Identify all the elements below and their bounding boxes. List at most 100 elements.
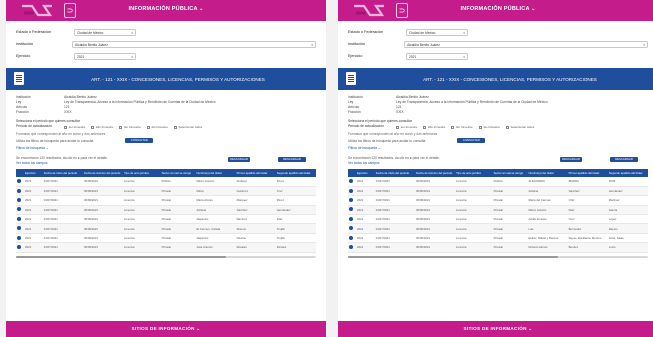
detail-dot-icon[interactable]: [17, 235, 21, 240]
table-cell: Cruz: [567, 214, 608, 225]
period-checkbox[interactable]: Seleccionar todos: [505, 125, 534, 129]
table-row[interactable]: 2021 01/07/2021 30/09/2021 Licencia Privado M…: [16, 186, 316, 197]
chevron-down-icon: ▾: [463, 54, 465, 59]
table-cell: Cruz: [275, 186, 316, 197]
filter-select[interactable]: Ciudad de México ▾: [74, 28, 136, 36]
all-fields-link[interactable]: Ver todos los campos: [348, 161, 648, 166]
period-checkbox[interactable]: Seleccionar todos: [173, 125, 202, 129]
detail-dot-icon[interactable]: [17, 207, 21, 212]
all-fields-link[interactable]: Ver todos los campos: [16, 161, 316, 166]
table-cell: Alejandro: [195, 233, 236, 244]
column-header[interactable]: Sector al cual se otorgó: [493, 169, 528, 177]
top-bar: ⊃ INFORMACIÓN PÚBLICA ⌄: [338, 0, 653, 21]
table-row[interactable]: 2021 01/07/2021 30/09/2021 Licencia Privado M…: [16, 195, 316, 206]
scrollbar-thumb[interactable]: [348, 255, 558, 258]
detail-dot-icon[interactable]: [349, 216, 353, 221]
period-checkbox[interactable]: 1er trimestre: [396, 125, 417, 129]
footer-sites-menu[interactable]: SITIOS DE INFORMACIÓN ⌄: [338, 321, 653, 337]
detail-dot-icon[interactable]: [17, 178, 21, 183]
consult-button[interactable]: CONSULTAR: [457, 138, 486, 143]
detail-dot-icon[interactable]: [17, 244, 21, 249]
period-checkbox[interactable]: 2do trimestre: [91, 125, 113, 129]
filter-select[interactable]: 2021 ▾: [406, 52, 468, 60]
download-button[interactable]: DESCARGAR: [560, 157, 582, 162]
search-filters-toggle[interactable]: Filtros de búsqueda ⌄: [338, 144, 653, 153]
filter-label: Ejercicio: [16, 54, 31, 58]
nav-title-menu[interactable]: INFORMACIÓN PÚBLICA ⌄: [338, 6, 653, 12]
detail-dot-icon[interactable]: [349, 178, 353, 183]
column-header[interactable]: Fecha de inicio del periodo: [375, 169, 415, 177]
table-cell: García: [607, 205, 648, 216]
info-row: Fracción XXIX: [348, 110, 648, 115]
detail-dot-icon[interactable]: [349, 188, 353, 193]
detail-dot-icon[interactable]: [17, 197, 21, 202]
detail-dot-icon[interactable]: [349, 244, 353, 249]
download-all-button[interactable]: DESCARGAR: [278, 157, 306, 162]
period-checkbox[interactable]: 4to trimestre: [478, 125, 500, 129]
table-row[interactable]: 2021 01/07/2021 30/09/2021 Licencia Privado A…: [348, 186, 648, 197]
filter-row: Ejercicio 2021 ▾: [348, 51, 648, 61]
column-header[interactable]: Segundo apellido del titular: [276, 169, 316, 177]
article-header-band: ART. - 121 - XXIX - CONCESIONES, LICENCI…: [338, 68, 653, 90]
table-row[interactable]: 2021 01/07/2021 30/09/2021 Licencia Privado L…: [348, 223, 648, 234]
column-header[interactable]: Sector al cual se otorgó: [161, 169, 196, 177]
download-all-button[interactable]: DESCARGAR: [610, 157, 638, 162]
period-checkbox[interactable]: 2do trimestre: [423, 125, 445, 129]
filter-select[interactable]: Alcaldía Benito Juárez ▾: [404, 40, 648, 48]
horizontal-scrollbar[interactable]: [16, 255, 316, 258]
footer-sites-menu[interactable]: SITIOS DE INFORMACIÓN ⌄: [6, 321, 326, 337]
period-checkbox[interactable]: 1er trimestre: [64, 125, 85, 129]
horizontal-scrollbar[interactable]: [348, 255, 648, 258]
table-row[interactable]: 2021 01/07/2021 30/09/2021 Licencia Privado E…: [348, 233, 648, 244]
table-cell: 01/07/2021: [374, 233, 415, 244]
table-row[interactable]: 2021 01/07/2021 30/09/2021 Licencia Privado J…: [16, 242, 316, 253]
column-header[interactable]: Primer apellido del titular: [236, 169, 276, 177]
table-row[interactable]: 2021 01/07/2021 30/09/2021 Licencia Privado M…: [348, 205, 648, 216]
table-cell: [16, 195, 25, 206]
table-row[interactable]: 2021 01/07/2021 30/09/2021 Licencia Público A…: [348, 177, 648, 187]
column-header[interactable]: Ejercicio: [356, 169, 375, 177]
column-header[interactable]: Tipo de acto jurídico: [455, 169, 493, 177]
detail-dot-icon[interactable]: [349, 197, 353, 202]
nav-title-menu[interactable]: INFORMACIÓN PÚBLICA ⌄: [6, 6, 326, 12]
search-filters-toggle[interactable]: Filtros de búsqueda ⌄: [6, 144, 326, 153]
detail-dot-icon[interactable]: [17, 226, 21, 231]
period-checkbox[interactable]: 3er trimestre: [451, 125, 473, 129]
table-row[interactable]: 2021 01/07/2021 30/09/2021 Licencia Privado A…: [16, 233, 316, 244]
scrollbar-thumb[interactable]: [16, 255, 226, 258]
table-row[interactable]: 2021 01/07/2021 30/09/2021 Licencia Privado A…: [348, 214, 648, 225]
column-header[interactable]: Ejercicio: [24, 169, 43, 177]
column-header[interactable]: [348, 169, 356, 177]
filter-select[interactable]: 2021 ▾: [74, 52, 136, 60]
detail-dot-icon[interactable]: [17, 188, 21, 193]
table-row[interactable]: 2021 01/07/2021 30/09/2021 Licencia Privado A…: [16, 214, 316, 225]
filter-select[interactable]: Alcaldía Benito Juárez ▾: [72, 40, 316, 48]
table-cell: Reyes, Escalante, Moreno: [567, 233, 608, 244]
download-button[interactable]: DESCARGAR: [228, 157, 250, 162]
column-header[interactable]: Fecha de término del periodo: [415, 169, 455, 177]
table-row[interactable]: 2021 01/07/2021 30/09/2021 Licencia Privado M…: [348, 195, 648, 206]
table-row[interactable]: 2021 01/07/2021 30/09/2021 Licencia Privado E…: [16, 223, 316, 234]
period-checkbox[interactable]: 4to trimestre: [146, 125, 168, 129]
table-cell: Benítez: [567, 242, 608, 253]
filter-select[interactable]: Ciudad de México ▾: [406, 28, 468, 36]
column-header[interactable]: Nombre(s) del titular: [527, 169, 567, 177]
detail-dot-icon[interactable]: [17, 216, 21, 221]
column-header[interactable]: [16, 169, 24, 177]
detail-dot-icon[interactable]: [349, 226, 353, 231]
column-header[interactable]: Segundo apellido del titular: [608, 169, 648, 177]
filter-row: Estado o Federación Ciudad de México ▾: [348, 27, 648, 37]
column-header[interactable]: Primer apellido del titular: [568, 169, 608, 177]
consult-button[interactable]: CONSULTAR: [125, 138, 154, 143]
column-header[interactable]: Nombre(s) del titular: [195, 169, 235, 177]
table-cell: [348, 177, 357, 187]
period-checkbox[interactable]: 3er trimestre: [119, 125, 141, 129]
column-header[interactable]: Fecha de término del periodo: [83, 169, 123, 177]
table-row[interactable]: 2021 01/07/2021 30/09/2021 Licencia Público M…: [16, 177, 316, 187]
column-header[interactable]: Tipo de acto jurídico: [123, 169, 161, 177]
table-row[interactable]: 2021 01/07/2021 30/09/2021 Licencia Privado A…: [16, 205, 316, 216]
detail-dot-icon[interactable]: [349, 235, 353, 240]
detail-dot-icon[interactable]: [349, 207, 353, 212]
column-header[interactable]: Fecha de inicio del periodo: [43, 169, 83, 177]
table-row[interactable]: 2021 01/07/2021 30/09/2021 Licencia Privado R…: [348, 242, 648, 253]
